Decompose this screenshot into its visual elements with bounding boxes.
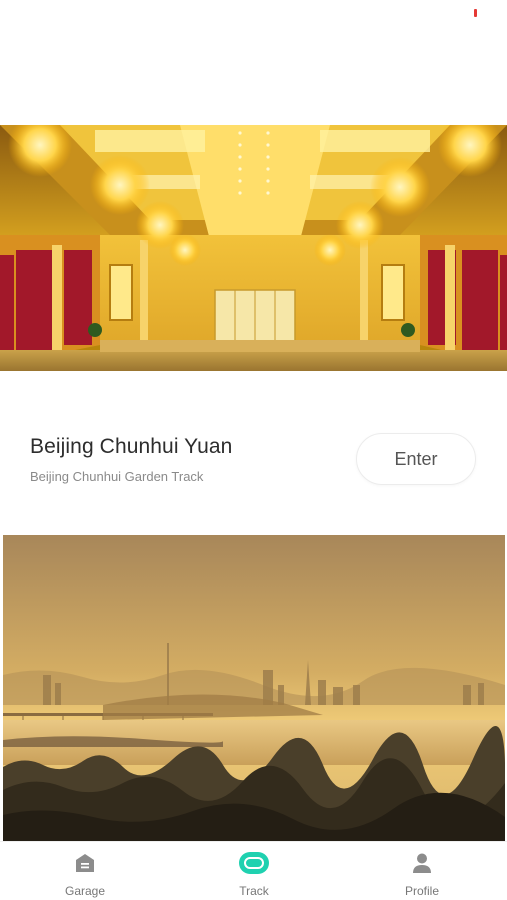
profile-icon bbox=[413, 853, 431, 873]
nav-label-garage: Garage bbox=[64, 884, 106, 898]
nav-item-track[interactable]: Track bbox=[194, 842, 314, 900]
nav-item-profile[interactable]: Profile bbox=[362, 842, 482, 900]
track-info-row: Beijing Chunhui Yuan Beijing Chunhui Gar… bbox=[0, 415, 507, 505]
bottom-navigation: Garage Track Profile bbox=[0, 841, 507, 900]
enter-button[interactable]: Enter bbox=[356, 433, 476, 485]
city-skyline-image[interactable] bbox=[3, 535, 505, 841]
track-icon bbox=[239, 852, 269, 874]
track-name: Beijing Chunhui Yuan bbox=[30, 435, 233, 458]
banquet-hall-image[interactable] bbox=[0, 125, 507, 371]
battery-low-icon bbox=[474, 9, 477, 17]
status-bar bbox=[0, 0, 507, 30]
nav-label-track: Track bbox=[239, 884, 269, 898]
track-screen: Beijing Chunhui Yuan Beijing Chunhui Gar… bbox=[0, 0, 507, 900]
track-subtitle: Beijing Chunhui Garden Track bbox=[30, 469, 204, 484]
nav-label-profile: Profile bbox=[404, 884, 439, 898]
nav-item-garage[interactable]: Garage bbox=[25, 842, 145, 900]
garage-icon bbox=[76, 854, 94, 872]
